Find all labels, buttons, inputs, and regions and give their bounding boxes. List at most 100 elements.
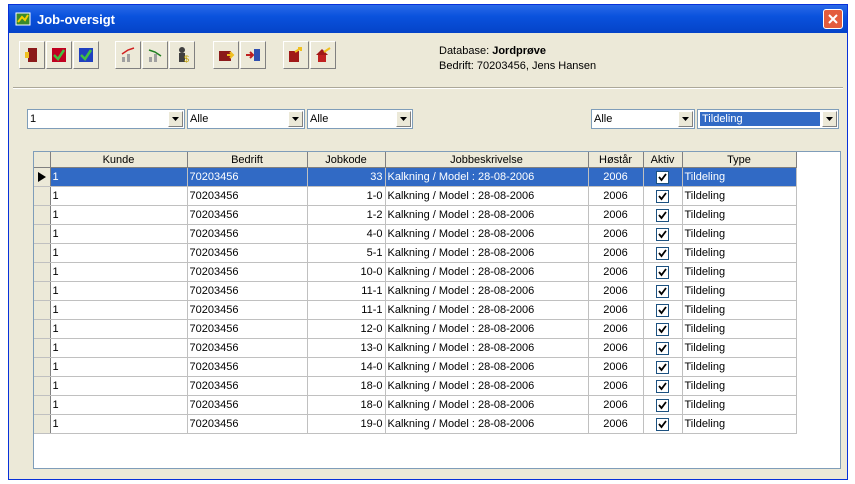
cell-bedrift[interactable]: 70203456 bbox=[187, 243, 308, 263]
company-filter-select[interactable]: Alle bbox=[187, 109, 305, 129]
cell-aktiv[interactable] bbox=[643, 300, 683, 320]
table-row[interactable]: 1 70203456 1-0 Kalkning / Model : 28-08-200… bbox=[34, 186, 797, 206]
dropdown-button[interactable] bbox=[396, 111, 411, 127]
aktiv-checkbox[interactable] bbox=[656, 341, 669, 355]
cell-jobbeskrivelse[interactable]: Kalkning / Model : 28-08-2006 bbox=[385, 300, 589, 320]
cell-kunde[interactable]: 1 bbox=[50, 281, 188, 301]
cell-kunde[interactable]: 1 bbox=[50, 167, 188, 187]
column-header-kunde[interactable]: Kunde bbox=[50, 152, 188, 168]
cell-type[interactable]: Tildeling bbox=[682, 262, 797, 282]
row-indicator[interactable] bbox=[34, 167, 51, 187]
row-indicator[interactable] bbox=[34, 262, 51, 282]
cell-jobkode[interactable]: 1-2 bbox=[307, 205, 386, 225]
dropdown-button[interactable] bbox=[168, 111, 183, 127]
aktiv-checkbox[interactable] bbox=[656, 246, 669, 260]
cell-hostar[interactable]: 2006 bbox=[588, 395, 644, 415]
cell-aktiv[interactable] bbox=[643, 319, 683, 339]
cell-kunde[interactable]: 1 bbox=[50, 414, 188, 434]
aktiv-checkbox[interactable] bbox=[656, 284, 669, 298]
cell-kunde[interactable]: 1 bbox=[50, 338, 188, 358]
cell-aktiv[interactable] bbox=[643, 243, 683, 263]
cell-type[interactable]: Tildeling bbox=[682, 300, 797, 320]
aktiv-checkbox[interactable] bbox=[656, 379, 669, 393]
row-indicator[interactable] bbox=[34, 357, 51, 377]
cell-kunde[interactable]: 1 bbox=[50, 243, 188, 263]
aktiv-checkbox[interactable] bbox=[656, 265, 669, 279]
jobcode-filter-select[interactable]: Alle bbox=[307, 109, 413, 129]
import-button[interactable] bbox=[240, 41, 266, 69]
column-header-hostar[interactable]: Høstår bbox=[588, 152, 644, 168]
aktiv-checkbox[interactable] bbox=[656, 360, 669, 374]
table-row[interactable]: 1 70203456 33 Kalkning / Model : 28-08-2006… bbox=[34, 167, 797, 187]
exit-button[interactable] bbox=[19, 41, 45, 69]
cell-type[interactable]: Tildeling bbox=[682, 357, 797, 377]
row-indicator[interactable] bbox=[34, 395, 51, 415]
cell-jobbeskrivelse[interactable]: Kalkning / Model : 28-08-2006 bbox=[385, 262, 589, 282]
cell-hostar[interactable]: 2006 bbox=[588, 357, 644, 377]
aktiv-checkbox[interactable] bbox=[656, 398, 669, 412]
cell-jobbeskrivelse[interactable]: Kalkning / Model : 28-08-2006 bbox=[385, 319, 589, 339]
approve-blue-button[interactable] bbox=[73, 41, 99, 69]
row-indicator[interactable] bbox=[34, 205, 51, 225]
dropdown-button[interactable] bbox=[288, 111, 303, 127]
aktiv-checkbox[interactable] bbox=[656, 417, 669, 431]
cell-aktiv[interactable] bbox=[643, 338, 683, 358]
cell-hostar[interactable]: 2006 bbox=[588, 262, 644, 282]
cell-type[interactable]: Tildeling bbox=[682, 338, 797, 358]
table-row[interactable]: 1 70203456 18-0 Kalkning / Model : 28-08-20… bbox=[34, 395, 797, 415]
cell-jobkode[interactable]: 12-0 bbox=[307, 319, 386, 339]
cell-jobkode[interactable]: 33 bbox=[307, 167, 386, 187]
cell-kunde[interactable]: 1 bbox=[50, 395, 188, 415]
cell-kunde[interactable]: 1 bbox=[50, 224, 188, 244]
row-indicator[interactable] bbox=[34, 281, 51, 301]
cell-jobkode[interactable]: 10-0 bbox=[307, 262, 386, 282]
cell-type[interactable]: Tildeling bbox=[682, 395, 797, 415]
table-row[interactable]: 1 70203456 10-0 Kalkning / Model : 28-08-20… bbox=[34, 262, 797, 282]
cell-bedrift[interactable]: 70203456 bbox=[187, 205, 308, 225]
table-row[interactable]: 1 70203456 4-0 Kalkning / Model : 28-08-200… bbox=[34, 224, 797, 244]
book-export-button[interactable] bbox=[283, 41, 309, 69]
cell-jobbeskrivelse[interactable]: Kalkning / Model : 28-08-2006 bbox=[385, 224, 589, 244]
cell-jobkode[interactable]: 18-0 bbox=[307, 376, 386, 396]
folder-arrow-button[interactable] bbox=[213, 41, 239, 69]
cell-jobbeskrivelse[interactable]: Kalkning / Model : 28-08-2006 bbox=[385, 395, 589, 415]
cell-bedrift[interactable]: 70203456 bbox=[187, 224, 308, 244]
cell-jobbeskrivelse[interactable]: Kalkning / Model : 28-08-2006 bbox=[385, 281, 589, 301]
cell-hostar[interactable]: 2006 bbox=[588, 300, 644, 320]
column-header-type[interactable]: Type bbox=[682, 152, 797, 168]
cell-bedrift[interactable]: 70203456 bbox=[187, 319, 308, 339]
cell-type[interactable]: Tildeling bbox=[682, 281, 797, 301]
cell-bedrift[interactable]: 70203456 bbox=[187, 357, 308, 377]
cell-bedrift[interactable]: 70203456 bbox=[187, 414, 308, 434]
cell-jobkode[interactable]: 11-1 bbox=[307, 300, 386, 320]
cell-kunde[interactable]: 1 bbox=[50, 357, 188, 377]
row-indicator[interactable] bbox=[34, 376, 51, 396]
payment-button[interactable]: $ bbox=[169, 41, 195, 69]
dropdown-button[interactable] bbox=[678, 111, 693, 127]
cell-bedrift[interactable]: 70203456 bbox=[187, 376, 308, 396]
cell-bedrift[interactable]: 70203456 bbox=[187, 281, 308, 301]
row-indicator[interactable] bbox=[34, 338, 51, 358]
table-row[interactable]: 1 70203456 18-0 Kalkning / Model : 28-08-20… bbox=[34, 376, 797, 396]
cell-jobbeskrivelse[interactable]: Kalkning / Model : 28-08-2006 bbox=[385, 205, 589, 225]
cell-bedrift[interactable]: 70203456 bbox=[187, 300, 308, 320]
cell-jobbeskrivelse[interactable]: Kalkning / Model : 28-08-2006 bbox=[385, 243, 589, 263]
cell-kunde[interactable]: 1 bbox=[50, 262, 188, 282]
cell-hostar[interactable]: 2006 bbox=[588, 338, 644, 358]
cell-hostar[interactable]: 2006 bbox=[588, 243, 644, 263]
table-row[interactable]: 1 70203456 14-0 Kalkning / Model : 28-08-20… bbox=[34, 357, 797, 377]
column-header-jobkode[interactable]: Jobkode bbox=[307, 152, 386, 168]
cell-jobkode[interactable]: 4-0 bbox=[307, 224, 386, 244]
cell-kunde[interactable]: 1 bbox=[50, 319, 188, 339]
table-row[interactable]: 1 70203456 1-2 Kalkning / Model : 28-08-200… bbox=[34, 205, 797, 225]
cell-type[interactable]: Tildeling bbox=[682, 205, 797, 225]
cell-kunde[interactable]: 1 bbox=[50, 376, 188, 396]
cell-jobbeskrivelse[interactable]: Kalkning / Model : 28-08-2006 bbox=[385, 167, 589, 187]
title-bar[interactable]: Job-oversigt bbox=[9, 5, 847, 33]
cell-aktiv[interactable] bbox=[643, 262, 683, 282]
table-row[interactable]: 1 70203456 11-1 Kalkning / Model : 28-08-20… bbox=[34, 281, 797, 301]
cell-bedrift[interactable]: 70203456 bbox=[187, 262, 308, 282]
approve-red-button[interactable] bbox=[46, 41, 72, 69]
chart-down-button[interactable] bbox=[142, 41, 168, 69]
table-row[interactable]: 1 70203456 13-0 Kalkning / Model : 28-08-20… bbox=[34, 338, 797, 358]
